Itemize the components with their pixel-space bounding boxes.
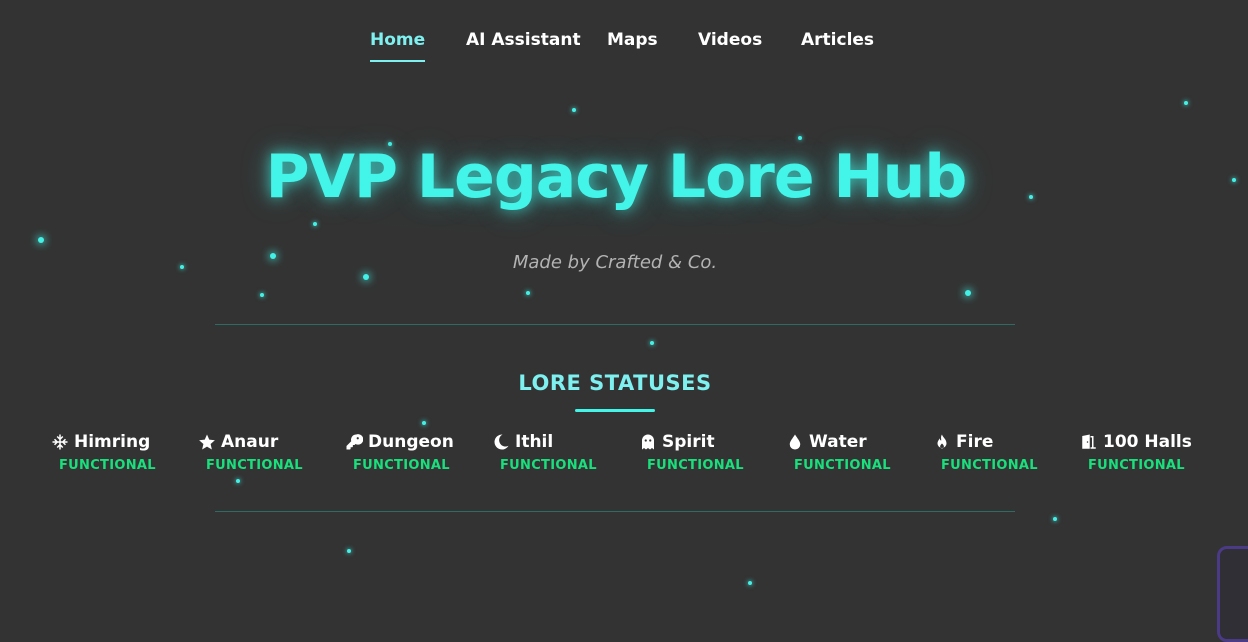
page-subtitle: Made by Crafted & Co. [512, 252, 718, 273]
nav-maps[interactable]: Maps [607, 30, 658, 60]
particle-background [0, 0, 1248, 616]
status-dungeon: Dungeon FUNCTIONAL [345, 432, 485, 473]
status-fire: Fire FUNCTIONAL [933, 432, 1073, 473]
status-label: Spirit [662, 432, 715, 452]
lore-statuses-heading: LORE STATUSES [518, 371, 712, 395]
status-badge: FUNCTIONAL [500, 458, 597, 473]
nav-home[interactable]: Home [370, 30, 426, 62]
status-badge: FUNCTIONAL [353, 458, 450, 473]
status-label: Ithil [515, 432, 554, 452]
status-label: Himring [74, 432, 151, 452]
particle [1232, 178, 1236, 182]
particle [748, 581, 752, 585]
status-label: 100 Halls [1103, 432, 1192, 452]
status-ithil: Ithil FUNCTIONAL [492, 432, 632, 473]
fire-icon [933, 433, 951, 451]
nav-ai-assistant[interactable]: AI Assistant [466, 30, 581, 60]
nav-articles[interactable]: Articles [801, 30, 874, 60]
particle [965, 290, 971, 296]
status-badge: FUNCTIONAL [794, 458, 891, 473]
door-icon [1080, 433, 1098, 451]
key-icon [345, 433, 363, 451]
divider-top [215, 324, 1015, 325]
water-drop-icon [786, 433, 804, 451]
status-himring: Himring FUNCTIONAL [51, 432, 191, 473]
status-badge: FUNCTIONAL [647, 458, 744, 473]
status-badge: FUNCTIONAL [59, 458, 156, 473]
status-badge: FUNCTIONAL [206, 458, 303, 473]
particle [363, 274, 369, 280]
page-title: PVP Legacy Lore Hub [265, 142, 968, 212]
particle [422, 421, 426, 425]
nav-videos[interactable]: Videos [698, 30, 762, 60]
particle [38, 237, 44, 243]
top-nav: Home AI Assistant Maps Videos Articles [0, 30, 1248, 70]
particle [236, 479, 240, 483]
status-badge: FUNCTIONAL [1088, 458, 1185, 473]
particle [347, 549, 351, 553]
particle [1184, 101, 1188, 105]
particle [260, 293, 264, 297]
status-label: Dungeon [368, 432, 454, 452]
status-100-halls: 100 Halls FUNCTIONAL [1080, 432, 1220, 473]
particle [526, 291, 530, 295]
status-label: Water [809, 432, 867, 452]
status-spirit: Spirit FUNCTIONAL [639, 432, 779, 473]
status-label: Anaur [221, 432, 279, 452]
status-water: Water FUNCTIONAL [786, 432, 926, 473]
particle [1053, 517, 1057, 521]
floating-widget-button[interactable] [1217, 546, 1248, 642]
status-badge: FUNCTIONAL [941, 458, 1038, 473]
status-anaur: Anaur FUNCTIONAL [198, 432, 338, 473]
ghost-icon [639, 433, 657, 451]
moon-icon [492, 433, 510, 451]
divider-bottom [215, 511, 1015, 512]
heading-underline [575, 409, 655, 412]
particle [572, 108, 576, 112]
star-icon [198, 433, 216, 451]
snowflake-icon [51, 433, 69, 451]
status-label: Fire [956, 432, 994, 452]
particle [650, 341, 654, 345]
